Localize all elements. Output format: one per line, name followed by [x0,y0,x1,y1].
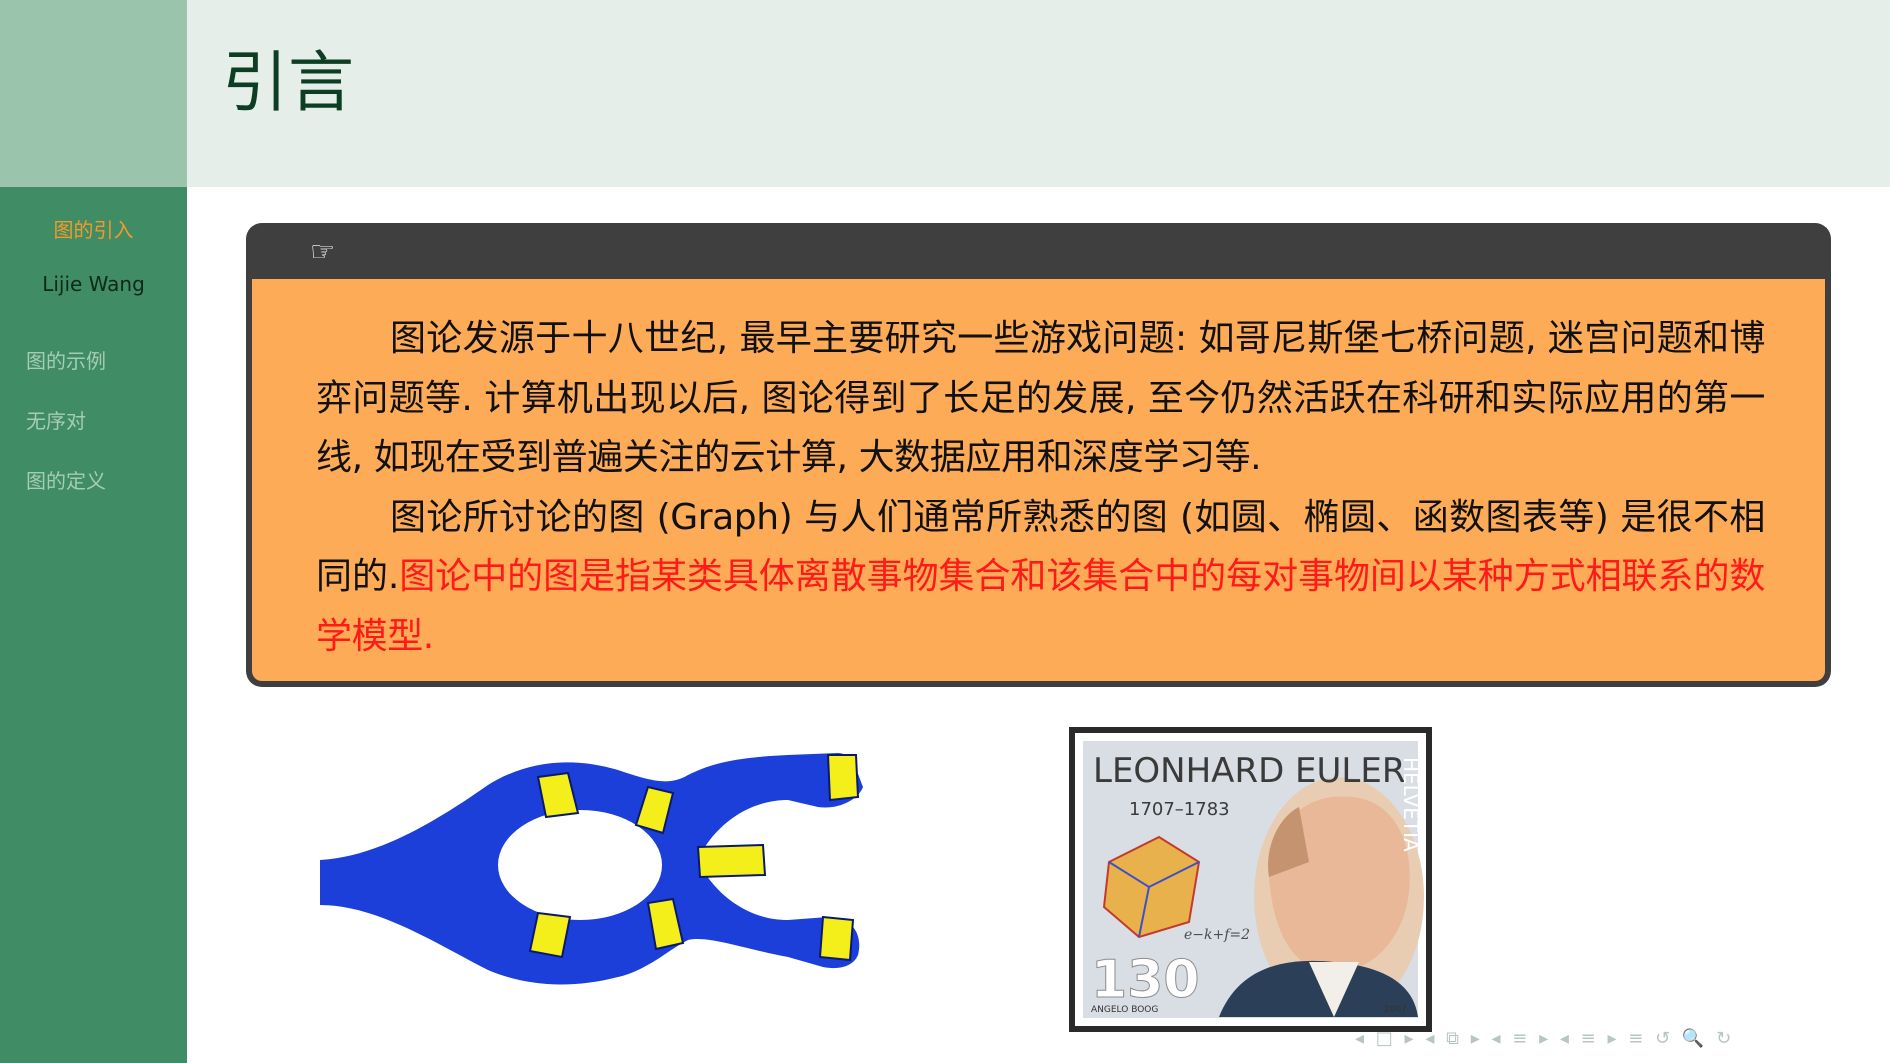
sidebar-item-graph-examples[interactable]: 图的示例 [26,345,106,374]
nav-back-icon[interactable]: ↺ [1655,1028,1670,1049]
sidebar-current-section[interactable]: 图的引入 [0,214,187,243]
nav-subsection-icon[interactable]: ≡ [1512,1028,1527,1049]
block-body: 图论发源于十八世纪, 最早主要研究一些游戏问题: 如哥尼斯堡七桥问题, 迷宫问题… [252,279,1825,681]
nav-toc-icon[interactable]: ≡ [1628,1028,1643,1049]
stamp-value: 130 [1091,950,1200,1010]
pointing-hand-icon: ☞ [310,235,336,268]
block-header: ☞ [246,223,1831,279]
stamp-country: HELVETIA [1399,757,1423,852]
nav-prev-frame-icon[interactable]: ◂ [1355,1028,1364,1049]
slide-header [187,0,1890,187]
nav-search-icon[interactable]: 🔍 [1682,1028,1704,1049]
euler-stamp-image: LEONHARD EULER 1707–1783 e−k+f=2 130 ANG… [1069,727,1432,1032]
nav-prev-section-icon[interactable]: ◂ [1560,1028,1569,1049]
sidebar-author: Lijie Wang [42,272,145,296]
beamer-navigation[interactable]: ◂ □ ▸ ◂ ⧉ ▸ ◂ ≡ ▸ ◂ ≡ ▸ ≡ ↺ 🔍 ↻ [1355,1028,1885,1054]
nav-next-subsection-icon[interactable]: ▸ [1539,1028,1548,1049]
nav-next-section-icon[interactable]: ▸ [1607,1028,1616,1049]
nav-forward-icon[interactable]: ↻ [1716,1028,1731,1049]
stamp-name: LEONHARD EULER [1093,751,1405,791]
intro-block: ☞ 图论发源于十八世纪, 最早主要研究一些游戏问题: 如哥尼斯堡七桥问题, 迷宫… [246,223,1831,687]
sidebar-header [0,0,187,187]
nav-next-frame-icon[interactable]: ▸ [1405,1028,1414,1049]
nav-next-slide-icon[interactable]: ▸ [1471,1028,1480,1049]
stamp-artist: ANGELO BOOG [1091,1005,1158,1015]
paragraph-history: 图论发源于十八世纪, 最早主要研究一些游戏问题: 如哥尼斯堡七桥问题, 迷宫问题… [316,318,1765,478]
slide-title: 引言 [222,44,354,121]
stamp-formula: e−k+f=2 [1184,927,1250,943]
nav-frame-icon[interactable]: □ [1376,1028,1393,1049]
konigsberg-bridges-image [320,753,863,985]
nav-section-icon[interactable]: ≡ [1581,1028,1596,1049]
sidebar [0,187,187,1063]
stamp-year: 2007 [1384,1005,1407,1015]
nav-slide-icon[interactable]: ⧉ [1446,1028,1459,1049]
paragraph-definition: 图论所讨论的图 (Graph) 与人们通常所熟悉的图 (如圆、椭圆、函数图表等)… [316,488,1765,667]
sidebar-item-graph-definition[interactable]: 图的定义 [26,465,106,494]
river [320,753,863,985]
sidebar-item-unordered-pair[interactable]: 无序对 [26,405,86,434]
stamp-years: 1707–1783 [1129,799,1230,820]
nav-prev-subsection-icon[interactable]: ◂ [1491,1028,1500,1049]
nav-prev-slide-icon[interactable]: ◂ [1425,1028,1434,1049]
graph-definition-highlight: 图论中的图是指某类具体离散事物集合和该集合中的每对事物间以某种方式相联系的数学模… [316,556,1765,657]
